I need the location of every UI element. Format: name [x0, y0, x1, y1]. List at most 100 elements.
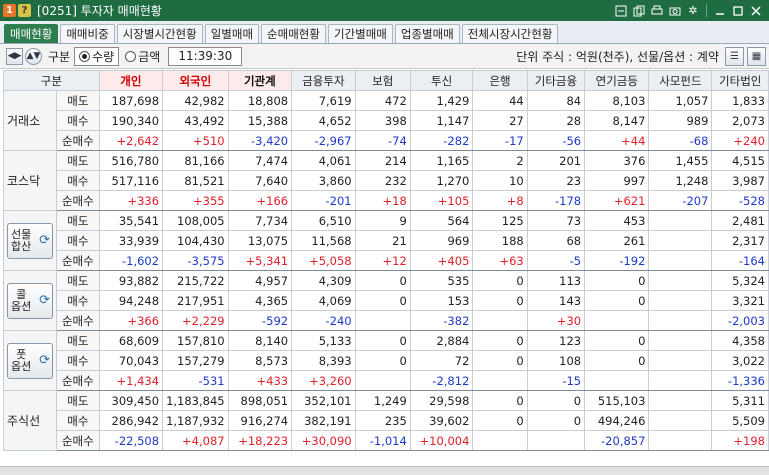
col-header-other-finance[interactable]: 기타금융 — [526, 70, 586, 91]
table-cell: 564 — [409, 210, 474, 231]
table-cell: 21 — [354, 230, 411, 251]
table-cell: 2,481 — [711, 210, 769, 231]
tab-daily-trading[interactable]: 일별매매 — [204, 24, 260, 43]
screen-number-badge[interactable]: 1 — [3, 4, 16, 17]
table-cell: 201 — [526, 150, 586, 171]
table-cell: +2,229 — [162, 310, 229, 331]
table-cell: +8 — [472, 190, 528, 211]
table-cell — [584, 310, 650, 331]
table-cell: -17 — [472, 130, 528, 151]
gear-icon[interactable]: ✲ — [686, 4, 700, 18]
tab-market-time-status[interactable]: 시장별시간현황 — [116, 24, 203, 43]
table-row: 선물 합산 ⟳ 매도 35,541 108,005 7,734 6,510 9 564 125 73… — [3, 210, 769, 271]
tab-trading-status[interactable]: 매매현황 — [4, 24, 59, 43]
table-cell: 0 — [354, 350, 411, 371]
time-input[interactable]: 11:39:30 — [168, 46, 243, 66]
table-cell: -201 — [291, 190, 356, 211]
table-cell: 1,147 — [409, 110, 474, 131]
group-futures-total-button[interactable]: 선물 합산 ⟳ — [7, 222, 53, 259]
table-cell: 0 — [354, 330, 411, 351]
table-cell: -74 — [354, 130, 411, 151]
col-header-institution[interactable]: 기관계 — [227, 70, 293, 91]
up-down-icon[interactable]: ▲▼ — [25, 47, 42, 65]
table-cell: 261 — [584, 230, 650, 251]
radio-quantity[interactable]: 수량 — [74, 46, 120, 66]
table-cell: +166 — [227, 190, 293, 211]
table-cell: 535 — [409, 270, 474, 291]
col-header-private-fund[interactable]: 사모펀드 — [648, 70, 713, 91]
minimize-icon[interactable] — [713, 4, 727, 18]
col-header-insurance[interactable]: 보험 — [354, 70, 411, 91]
table-cell: 4,069 — [291, 290, 356, 311]
col-header-bank[interactable]: 은행 — [472, 70, 528, 91]
table-row: 순매수 -1,602 -3,575 +5,341 +5,058 +12 +405 +63 -5-… — [4, 250, 769, 271]
table-cell: -68 — [648, 130, 713, 151]
table-cell: 8,140 — [227, 330, 293, 351]
row-label: 순매수 — [56, 430, 100, 451]
table-cell: 3,987 — [711, 170, 769, 191]
list-icon[interactable]: ☰ — [725, 46, 744, 66]
table-cell: 214 — [354, 150, 411, 171]
radio-amount[interactable]: 금액 — [125, 48, 160, 65]
table-cell: -528 — [711, 190, 769, 211]
table-cell: 108 — [526, 350, 586, 371]
table-cell: +12 — [354, 250, 411, 271]
table-cell: -15 — [526, 370, 586, 391]
maximize-icon[interactable] — [731, 4, 745, 18]
copy-icon[interactable] — [632, 4, 646, 18]
group-put-option-button[interactable]: 풋 옵션 ⟳ — [7, 342, 53, 379]
group-call-option-button[interactable]: 콜 옵션 ⟳ — [7, 282, 53, 319]
table-cell: 108,005 — [162, 210, 229, 231]
prev-next-icon[interactable]: ◀▶ — [6, 47, 23, 65]
col-header-pension[interactable]: 연기금등 — [584, 70, 650, 91]
col-header-category: 구분 — [3, 70, 100, 91]
help-badge[interactable]: ? — [18, 4, 31, 17]
close-icon[interactable] — [749, 4, 763, 18]
table-cell: 33,939 — [98, 230, 164, 251]
col-header-foreign[interactable]: 외국인 — [162, 70, 229, 91]
table-row: 거래소 매도 187,698 42,982 18,808 7,619 472 1,429 44 8… — [3, 90, 769, 151]
table-cell: 113 — [526, 270, 586, 291]
table-cell — [648, 210, 713, 231]
table-cell: -1,014 — [354, 430, 411, 451]
table-cell: 70,043 — [98, 350, 164, 371]
print-icon[interactable] — [650, 4, 664, 18]
table-cell: -207 — [648, 190, 713, 211]
tab-sector-trading[interactable]: 업종별매매 — [394, 24, 460, 43]
title-bar: 1 ? [0251] 투자자 매매현황 ✲ — [0, 0, 769, 21]
col-header-investment-trust[interactable]: 투신 — [409, 70, 474, 91]
table-cell: +336 — [98, 190, 164, 211]
table-cell: 3,860 — [291, 170, 356, 191]
table-cell: 0 — [526, 410, 586, 431]
table-cell: 73 — [526, 210, 586, 231]
tab-trading-ratio[interactable]: 매매비중 — [60, 24, 115, 43]
horizontal-scrollbar[interactable] — [0, 466, 769, 475]
col-header-other-corp[interactable]: 기타법인 — [711, 70, 769, 91]
table-cell: 43,492 — [162, 110, 229, 131]
table-cell — [472, 310, 528, 331]
radio-unselected-icon — [125, 50, 137, 62]
tab-all-market-time[interactable]: 전체시장시간현황 — [461, 24, 559, 43]
table-cell: 1,165 — [409, 150, 474, 171]
col-header-financial-investment[interactable]: 금융투자 — [291, 70, 356, 91]
table-cell — [354, 370, 411, 391]
table-cell: 382,191 — [291, 410, 356, 431]
col-header-individual[interactable]: 개인 — [98, 70, 164, 91]
table-row: 순매수 +1,434 -531 +433 +3,260 -2,812 -15 -1,336 — [4, 370, 769, 391]
table-cell: +198 — [711, 430, 769, 451]
table-cell: 0 — [584, 330, 650, 351]
group-kospi: 거래소 — [3, 90, 57, 151]
table-cell: 0 — [472, 350, 528, 371]
link-icon[interactable] — [614, 4, 628, 18]
table-cell: 81,521 — [162, 170, 229, 191]
table-cell: -178 — [526, 190, 586, 211]
table-cell — [648, 270, 713, 291]
table-cell: 286,942 — [98, 410, 164, 431]
grid-icon[interactable]: ▦ — [747, 46, 766, 66]
tab-period-trading[interactable]: 기간별매매 — [327, 24, 393, 43]
table-row: 주식선 매도 309,450 1,183,845 898,051 352,101 1,249… — [3, 390, 769, 451]
camera-icon[interactable] — [668, 4, 682, 18]
group-futures-total: 선물 합산 ⟳ — [3, 210, 57, 271]
table-cell: 157,810 — [162, 330, 229, 351]
tab-net-trading[interactable]: 순매매현황 — [261, 24, 326, 43]
